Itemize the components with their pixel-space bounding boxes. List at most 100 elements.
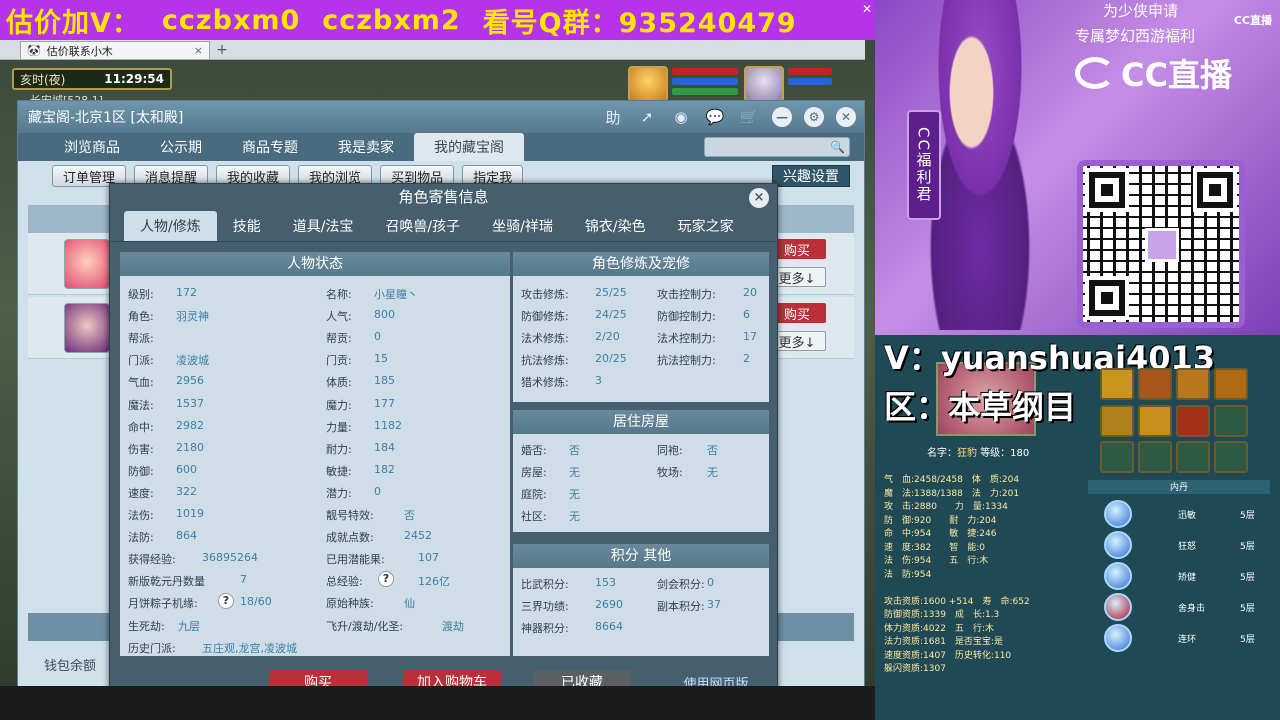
cult-value: 3	[595, 374, 602, 387]
neidan-item[interactable]: 舍身击 5层	[1104, 593, 1268, 621]
house-row: 同袍: 否	[657, 442, 718, 458]
banner-contact-1: cczbxm0	[161, 4, 301, 36]
house-row: 牧场: 无	[657, 464, 718, 480]
cult-label: 防御控制力:	[657, 310, 716, 323]
pet-stat-line: 攻击资质:1600 +514 寿 命:652	[884, 596, 1030, 607]
status-right-label: 力量:	[326, 420, 352, 434]
neidan-level: 5层	[1240, 573, 1255, 583]
interest-settings-button[interactable]: 兴趣设置	[772, 165, 850, 187]
player-avatar[interactable]	[628, 66, 668, 102]
tab-items[interactable]: 道具/法宝	[277, 211, 370, 241]
tab-seller[interactable]: 我是卖家	[318, 133, 414, 161]
tab-skills[interactable]: 技能	[217, 211, 277, 241]
cc-logo-text: CC直播	[1121, 56, 1232, 94]
status-right-label: 名称:	[326, 288, 352, 301]
neidan-level: 5层	[1240, 511, 1255, 521]
close-icon[interactable]: ×	[749, 188, 769, 208]
neidan-item[interactable]: 矫健 5层	[1104, 562, 1268, 590]
status-right-value: 渡劫	[442, 619, 464, 633]
stop-icon[interactable]: ◉	[670, 106, 692, 128]
tab-close-icon[interactable]: ×	[194, 44, 203, 57]
house-label: 庭院:	[521, 488, 547, 501]
status-right-row: 总经验: 126亿?	[326, 571, 450, 589]
house-row: 婚否: 否	[521, 442, 580, 458]
neidan-name: 舍身击	[1178, 604, 1206, 614]
chat-icon[interactable]: 💬	[704, 106, 726, 128]
status-right-row: 靓号特效: 否	[326, 507, 415, 523]
cult-row: 攻击修炼: 25/25	[521, 286, 627, 302]
status-right-label: 总经验:	[326, 575, 363, 589]
tab-public[interactable]: 公示期	[140, 133, 222, 161]
cart-icon[interactable]: 🛒	[738, 106, 760, 128]
house-row: 房屋: 无	[521, 464, 580, 480]
pet-stat-line: 体力资质:4022 五 行:木	[884, 623, 994, 634]
tab-character[interactable]: 人物/修炼	[124, 211, 217, 241]
neidan-item[interactable]: 连环 5层	[1104, 624, 1268, 652]
pet-name-label: 名字：	[927, 448, 957, 459]
status-left-row: 级别: 172	[128, 286, 197, 302]
tab-topics[interactable]: 商品专题	[222, 133, 318, 161]
skill-icon[interactable]	[1100, 404, 1134, 437]
search-icon[interactable]: 🔍	[830, 140, 845, 154]
tab-browse[interactable]: 浏览商品	[44, 133, 140, 161]
house-label: 牧场:	[657, 466, 683, 479]
status-left-value: 2956	[176, 374, 204, 388]
help-button[interactable]: 助	[602, 106, 624, 128]
promo-line-2: 专属梦幻西游福利	[1075, 27, 1196, 45]
neidan-item[interactable]: 迅敏 5层	[1104, 500, 1268, 528]
minimize-icon[interactable]: —	[772, 107, 792, 127]
house-panel-title: 居住房屋	[513, 410, 769, 434]
house-value: 无	[707, 466, 718, 479]
skill-icon[interactable]	[1138, 368, 1172, 400]
skill-icon[interactable]	[1176, 368, 1210, 400]
settings-icon[interactable]: ⚙	[804, 107, 824, 127]
cc-ring-icon	[1075, 57, 1115, 89]
share-icon[interactable]: ➚	[636, 106, 658, 128]
status-left-label: 防御:	[128, 464, 154, 478]
clock-time: 11:29:54	[104, 72, 164, 86]
status-right-value: 仙	[404, 597, 415, 611]
tab-my-cangbaoge[interactable]: 我的藏宝阁	[414, 133, 524, 161]
score-row: 三界功绩: 2690	[521, 598, 623, 614]
status-right-value: 177	[374, 396, 395, 410]
house-value: 否	[707, 444, 718, 457]
close-icon[interactable]: ✕	[862, 2, 874, 16]
tab-outfits[interactable]: 锦衣/染色	[569, 211, 662, 241]
status-right-row: 人气: 800	[326, 308, 395, 324]
pet-stat-line: 躲闪资质:1307	[884, 664, 946, 674]
score-panel-title: 积分 其他	[513, 544, 769, 568]
skill-icon[interactable]	[1138, 404, 1172, 437]
skill-icon[interactable]	[1214, 368, 1248, 400]
status-left-label: 角色:	[128, 310, 154, 324]
status-left-label: 月饼粽子机缘:	[128, 597, 198, 611]
browser-tab[interactable]: 🐼 估价联系小木 ×	[20, 41, 210, 59]
status-right-value: 2452	[404, 529, 432, 543]
new-tab-button[interactable]: +	[214, 43, 230, 59]
cult-row: 抗法控制力: 2	[657, 352, 750, 368]
neidan-orb-icon	[1104, 593, 1132, 621]
pet-name-line: 名字：狂豹 等级：180	[927, 444, 1029, 459]
status-left-row: 获得经验: 36895264	[128, 551, 258, 567]
tab-favicon-icon: 🐼	[27, 44, 41, 57]
help-tooltip-icon[interactable]: ?	[218, 593, 234, 610]
skill-icon[interactable]	[1176, 404, 1210, 437]
tab-home[interactable]: 玩家之家	[662, 211, 750, 241]
help-tooltip-icon[interactable]: ?	[378, 571, 394, 588]
pet-avatar[interactable]	[744, 66, 784, 102]
status-left-row: 伤害: 2180	[128, 441, 204, 457]
status-right-row: 门贡: 15	[326, 352, 388, 368]
neidan-orb-icon	[1104, 624, 1132, 652]
tab-pets[interactable]: 召唤兽/孩子	[369, 211, 476, 241]
close-icon[interactable]: ✕	[836, 107, 856, 127]
pet-stat-line: 法 伤:954 五 行:木	[884, 556, 989, 566]
status-left-value: 1537	[176, 396, 204, 410]
skill-icon[interactable]	[1100, 368, 1134, 400]
neidan-item[interactable]: 狂怒 5层	[1104, 531, 1268, 559]
banner-prefix: 估价加V：	[6, 7, 140, 39]
role-sale-dialog: 角色寄售信息 × 人物/修炼 技能 道具/法宝 召唤兽/孩子 坐骑/祥瑞 锦衣/…	[109, 183, 778, 703]
tab-mounts[interactable]: 坐骑/祥瑞	[476, 211, 569, 241]
cult-label: 猎术修炼:	[521, 376, 569, 389]
status-right-value: 185	[374, 374, 395, 388]
search-input[interactable]: 🔍	[704, 137, 850, 157]
pet-stat-line: 魔 法:1388/1388 法 力:201	[884, 488, 1020, 499]
